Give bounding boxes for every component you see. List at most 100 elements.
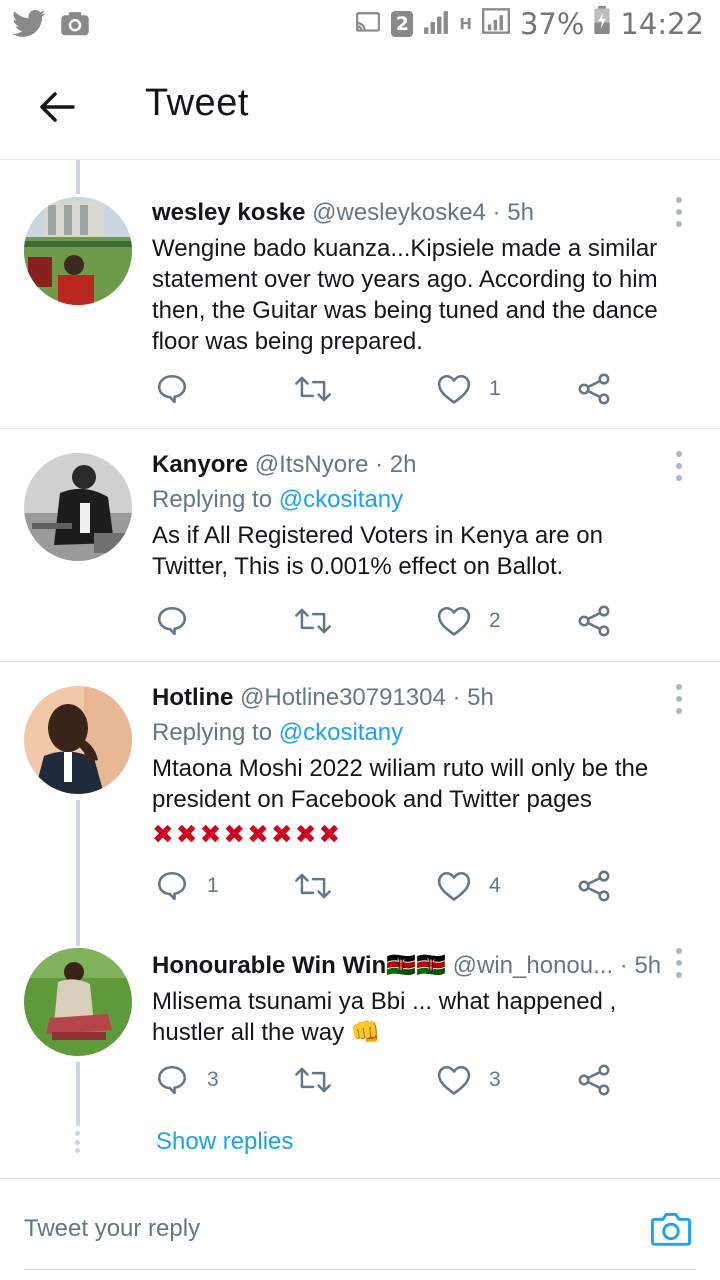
share-button[interactable] (577, 866, 611, 906)
tweet-item[interactable]: Kanyore @ItsNyore · 2h Replying to @ckos… (0, 429, 720, 662)
avatar[interactable] (24, 948, 132, 1056)
like-count: 1 (489, 377, 501, 400)
reply-input[interactable]: Tweet your reply (24, 1215, 200, 1243)
more-options-button[interactable] (672, 451, 686, 481)
like-count: 3 (489, 1068, 501, 1091)
retweet-icon (295, 608, 331, 634)
share-icon (578, 870, 610, 902)
tweet-header: Kanyore @ItsNyore · 2h (152, 449, 680, 481)
reply-count: 3 (207, 1068, 219, 1091)
heart-icon (437, 374, 471, 404)
signal-icon (423, 7, 449, 41)
tweet-header: Honourable Win Win🇰🇪🇰🇪 @win_honou... · 5… (152, 950, 680, 982)
network-type: H (459, 14, 472, 33)
camera-icon (650, 1213, 692, 1246)
replying-to: Replying to @ckositany (152, 484, 680, 516)
author-handle: @Hotline30791304 · 5h (240, 684, 494, 711)
more-options-button[interactable] (672, 197, 686, 227)
tweet-emoji-line: ✖✖✖✖✖✖✖✖ (152, 819, 343, 849)
tweet-header: Hotline @Hotline30791304 · 5h (152, 682, 680, 714)
status-left-icons (12, 10, 90, 43)
heart-icon (437, 871, 471, 901)
author-handle: @ItsNyore · 2h (254, 451, 417, 478)
retweet-button[interactable] (295, 866, 349, 906)
mention-link[interactable]: @ckositany (279, 719, 403, 746)
tweet-item[interactable]: Hotline @Hotline30791304 · 5h Replying t… (0, 662, 720, 932)
show-replies-link[interactable]: Show replies (156, 1128, 293, 1156)
tweet-text: Wengine bado kuanza...Kipsiele made a si… (152, 235, 658, 355)
share-button[interactable] (577, 369, 611, 409)
share-icon (578, 1064, 610, 1096)
author-name[interactable]: Hotline (152, 684, 233, 711)
tweet-text: Mlisema tsunami ya Bbi ... what happened… (152, 988, 617, 1046)
reply-button[interactable] (155, 601, 207, 641)
reply-button[interactable]: 3 (155, 1060, 219, 1100)
tweet-header: wesley koske @wesleykoske4 · 5h (152, 197, 680, 229)
avatar[interactable] (24, 453, 132, 561)
twitter-bird-icon (12, 10, 46, 43)
share-icon (578, 605, 610, 637)
avatar[interactable] (24, 686, 132, 794)
retweet-icon (295, 873, 331, 899)
author-handle: @win_honou... · 5h (452, 952, 662, 979)
battery-charging-icon (594, 6, 611, 41)
back-button[interactable] (30, 80, 84, 134)
author-name[interactable]: Kanyore (152, 451, 248, 478)
avatar[interactable] (24, 197, 132, 305)
tweet-actions: 3 3 (155, 1060, 625, 1100)
reply-button[interactable] (155, 369, 207, 409)
arrow-left-icon (40, 92, 75, 122)
share-button[interactable] (577, 601, 611, 641)
reply-icon (157, 374, 187, 404)
retweet-icon (295, 376, 331, 402)
more-replies-dots (75, 1131, 81, 1153)
author-name[interactable]: wesley koske (152, 199, 305, 226)
heart-icon (437, 606, 471, 636)
tweet-text: Mtaona Moshi 2022 wiliam ruto will only … (152, 755, 649, 813)
reply-icon (157, 1065, 187, 1095)
tweet-actions: 1 (155, 369, 625, 409)
share-button[interactable] (577, 1060, 611, 1100)
camera-button[interactable] (650, 1209, 692, 1251)
replying-to: Replying to @ckositany (152, 717, 680, 749)
status-right-icons: 2 H 37% 14:22 (355, 6, 704, 41)
heart-icon (437, 1065, 471, 1095)
author-name-flags: 🇰🇪🇰🇪 (386, 952, 446, 979)
replying-to-label: Replying to (152, 719, 273, 746)
mention-link[interactable]: @ckositany (279, 486, 403, 513)
reply-composer: Tweet your reply (0, 1178, 720, 1280)
retweet-icon (295, 1067, 331, 1093)
author-name[interactable]: Honourable Win Win (152, 952, 386, 979)
replying-to-label: Replying to (152, 486, 273, 513)
retweet-button[interactable] (295, 601, 349, 641)
share-icon (578, 373, 610, 405)
reply-button[interactable]: 1 (155, 866, 219, 906)
cast-icon (355, 7, 381, 41)
page-title: Tweet (145, 82, 249, 124)
tweet-actions: 2 (155, 601, 625, 641)
reply-icon (157, 871, 187, 901)
like-button[interactable]: 4 (437, 866, 501, 906)
retweet-button[interactable] (295, 1060, 349, 1100)
like-button[interactable]: 3 (437, 1060, 501, 1100)
tweet-item[interactable]: wesley koske @wesleykoske4 · 5h Wengine … (0, 161, 720, 429)
author-handle: @wesleykoske4 · 5h (312, 199, 534, 226)
more-options-button[interactable] (672, 948, 686, 978)
like-button[interactable]: 1 (437, 369, 501, 409)
like-button[interactable]: 2 (437, 601, 501, 641)
more-options-button[interactable] (672, 684, 686, 714)
tweet-item[interactable]: Honourable Win Win🇰🇪🇰🇪 @win_honou... · 5… (0, 932, 720, 1132)
retweet-button[interactable] (295, 369, 349, 409)
app-bar: Tweet (0, 52, 720, 160)
like-count: 2 (489, 609, 501, 632)
reply-icon (157, 606, 187, 636)
clock: 14:22 (620, 6, 704, 41)
status-bar: 2 H 37% 14:22 (0, 0, 720, 52)
reply-count: 1 (207, 874, 219, 897)
sim-badge: 2 (391, 10, 414, 37)
battery-percent: 37% (519, 6, 585, 41)
signal-icon-2 (481, 7, 510, 41)
tweet-actions: 1 4 (155, 866, 625, 906)
composer-underline (24, 1269, 696, 1270)
like-count: 4 (489, 874, 501, 897)
